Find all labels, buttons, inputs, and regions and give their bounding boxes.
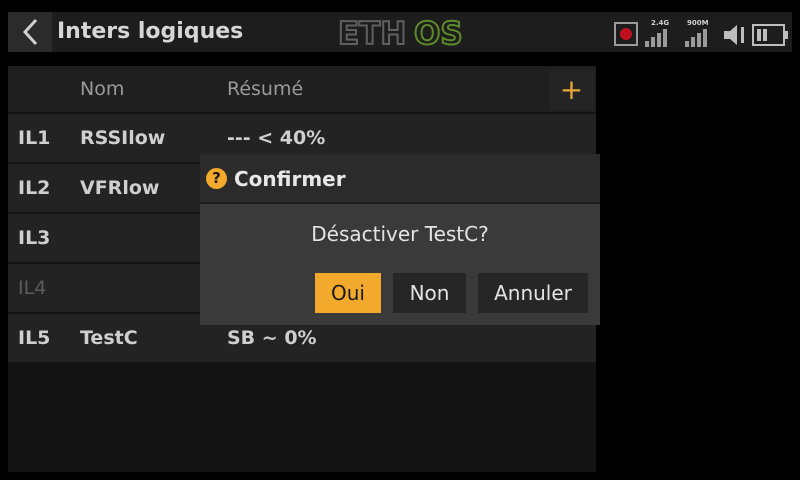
signal-2g4-icon	[645, 29, 667, 47]
row-name: RSSIlow	[80, 127, 166, 149]
logo-os: OS	[414, 16, 463, 48]
ethos-logo: ETH OS	[338, 16, 464, 48]
row-name: VFRlow	[80, 177, 160, 199]
column-name-header: Nom	[80, 78, 125, 100]
row-name: TestC	[80, 327, 138, 349]
row-id: IL4	[18, 277, 47, 299]
header-bar: Inters logiques ETH OS 2.4G 900M	[8, 12, 792, 52]
column-summary-header: Résumé	[227, 78, 304, 100]
back-button[interactable]	[8, 12, 52, 52]
logo-eth: ETH	[338, 16, 406, 48]
row-id: IL3	[18, 227, 51, 249]
row-id: IL1	[18, 127, 51, 149]
dialog-message: Désactiver TestC?	[311, 222, 489, 246]
no-button[interactable]: Non	[393, 273, 466, 313]
signal-900m-icon	[685, 29, 707, 47]
cancel-button[interactable]: Annuler	[478, 273, 588, 313]
yes-button[interactable]: Oui	[315, 273, 381, 313]
confirm-dialog: ? Confirmer Désactiver TestC? Oui Non An…	[200, 154, 600, 325]
question-icon: ?	[206, 168, 227, 189]
page-title: Inters logiques	[57, 19, 244, 44]
dialog-title: Confirmer	[234, 167, 346, 191]
add-switch-button[interactable]: +	[549, 70, 594, 110]
row-id: IL5	[18, 327, 51, 349]
dialog-header: ? Confirmer	[200, 154, 600, 204]
volume-icon	[724, 25, 744, 45]
row-id: IL2	[18, 177, 51, 199]
battery-icon	[752, 24, 788, 46]
record-icon	[614, 22, 638, 46]
chevron-left-icon	[22, 18, 38, 46]
status-bar: 2.4G 900M	[614, 18, 790, 48]
table-header: Nom Résumé +	[8, 66, 596, 112]
